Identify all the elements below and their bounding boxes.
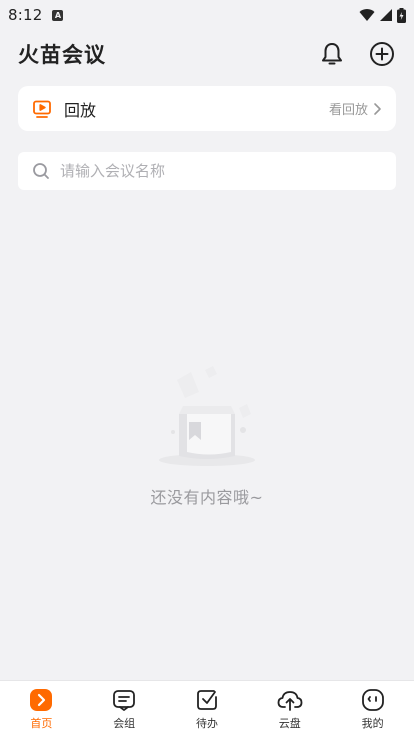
nav-item-todo[interactable]: 待办 [177, 687, 237, 731]
app-root: 8:12 A 火苗会议 回放 看回放 请输入会议名称 还没有内容哦~ 首页 会组… [0, 0, 414, 736]
plus-circle-icon [370, 42, 394, 66]
nav-item-profile[interactable]: 我的 [343, 687, 403, 731]
add-button[interactable] [368, 40, 396, 68]
search-input[interactable] [60, 162, 360, 180]
bottom-nav: 首页 会组 待办 云盘 我的 [0, 680, 414, 736]
nav-label-home: 首页 [30, 716, 53, 730]
nav-label-profile: 我的 [361, 716, 384, 730]
todo-icon [197, 689, 217, 710]
search-icon [33, 163, 49, 179]
nav-label-cloud: 云盘 [278, 716, 301, 730]
page-title: 火苗会议 [18, 43, 106, 67]
battery-icon [397, 7, 406, 23]
signal-icon [380, 9, 392, 21]
notifications-button[interactable] [318, 40, 346, 68]
status-time: 8:12 [8, 6, 43, 24]
group-icon [113, 689, 136, 711]
notification-badge-icon: A [52, 9, 64, 21]
nav-item-cloud[interactable]: 云盘 [260, 687, 320, 731]
profile-icon [361, 688, 384, 711]
header: 火苗会议 [0, 34, 414, 74]
view-replay-text: 看回放 [328, 103, 368, 118]
search-bar[interactable] [18, 152, 396, 190]
empty-state-message: 还没有内容哦~ [150, 488, 264, 507]
replay-label: 回放 [64, 100, 97, 120]
header-actions [318, 40, 396, 68]
nav-label-group: 会组 [113, 716, 136, 730]
home-icon [30, 688, 53, 711]
bell-icon [322, 43, 342, 65]
nav-item-home[interactable]: 首页 [11, 687, 71, 731]
wifi-icon [359, 9, 375, 21]
replay-tv-icon [33, 100, 51, 118]
chevron-right-icon [374, 102, 381, 115]
replay-card[interactable]: 回放 看回放 [18, 86, 396, 131]
status-bar: 8:12 A [0, 0, 414, 30]
nav-label-todo: 待办 [195, 716, 218, 730]
status-icons [359, 7, 406, 23]
empty-box-illustration [159, 366, 255, 466]
nav-item-group[interactable]: 会组 [94, 687, 154, 731]
empty-state: 还没有内容哦~ [0, 360, 414, 508]
view-replay-link[interactable]: 看回放 [329, 99, 382, 118]
cloud-upload-icon [277, 690, 303, 711]
